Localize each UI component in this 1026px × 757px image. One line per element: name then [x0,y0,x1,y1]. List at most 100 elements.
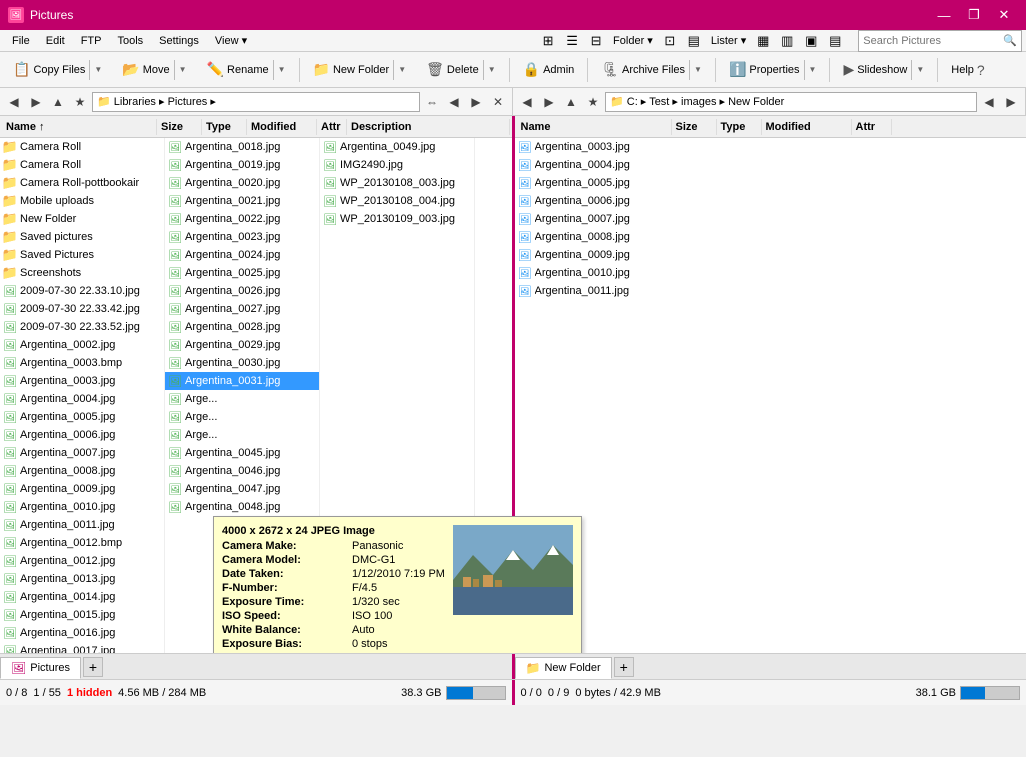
search-input[interactable] [863,35,1003,47]
list-item[interactable]: 🖼Argentina_0046.jpg [165,462,319,480]
list-item[interactable]: 🖼Argentina_0049.jpg [320,138,474,156]
list-item[interactable]: 🖼Argentina_0005.jpg [0,408,164,426]
col-desc[interactable]: Description [347,119,510,135]
view-btn-9[interactable]: ▤ [824,30,846,52]
move-button[interactable]: 📂 Move ▼ [113,56,195,84]
list-item[interactable]: 🖼Argentina_0022.jpg [165,210,319,228]
right-col-attr[interactable]: Attr [852,119,892,135]
list-item[interactable]: 🖼Argentina_0025.jpg [165,264,319,282]
list-item[interactable]: 🖼Argentina_0007.jpg [515,210,1026,228]
list-item[interactable]: 🖼Argentina_0021.jpg [165,192,319,210]
list-item[interactable]: 🖼WP_20130109_003.jpg [320,210,474,228]
list-item[interactable]: 🖼Argentina_0028.jpg [165,318,319,336]
list-item[interactable]: 🖼Argentina_0029.jpg [165,336,319,354]
right-col-type[interactable]: Type [717,119,762,135]
forward-button[interactable]: ▶ [26,92,46,112]
list-item[interactable]: 🖼Argentina_0003.jpg [515,138,1026,156]
close-button[interactable]: ✕ [990,4,1018,26]
list-item[interactable]: 🖼IMG2490.jpg [320,156,474,174]
list-item[interactable]: 🖼Argentina_0023.jpg [165,228,319,246]
list-item[interactable]: 🖼Argentina_0005.jpg [515,174,1026,192]
list-item[interactable]: 🖼2009-07-30 22.33.10.jpg [0,282,164,300]
right-file-list[interactable]: 🖼Argentina_0003.jpg 🖼Argentina_0004.jpg … [515,138,1026,653]
lister-menu[interactable]: Lister ▾ [707,34,750,47]
prev-tab-button[interactable]: ◀ [444,92,464,112]
right-next-tab-button[interactable]: ▶ [1001,92,1021,112]
menu-edit[interactable]: Edit [38,33,73,49]
list-item[interactable]: 🖼Argentina_0011.jpg [515,282,1026,300]
list-item[interactable]: 📁Mobile uploads [0,192,164,210]
list-item[interactable]: 🖼Argentina_0027.jpg [165,300,319,318]
right-col-modified[interactable]: Modified [762,119,852,135]
copy-files-button[interactable]: 📋 Copy Files ▼ [4,56,111,84]
next-tab-button[interactable]: ▶ [466,92,486,112]
list-item[interactable]: 🖼Argentina_0004.jpg [515,156,1026,174]
search-icon[interactable]: 🔍 [1003,34,1017,47]
list-item[interactable]: 🖼Argentina_0009.jpg [0,480,164,498]
list-item[interactable]: 🖼Argentina_0018.jpg [165,138,319,156]
list-item[interactable]: 🖼Argentina_0013.jpg [0,570,164,588]
list-item[interactable]: 🖼Argentina_0010.jpg [515,264,1026,282]
list-item[interactable]: 🖼WP_20130108_004.jpg [320,192,474,210]
right-history-button[interactable]: ★ [583,92,603,112]
list-item[interactable]: 🖼Arge... [165,426,319,444]
right-prev-tab-button[interactable]: ◀ [979,92,999,112]
archive-files-button[interactable]: 🗜 Archive Files ▼ [592,56,711,84]
list-item[interactable]: 📁Screenshots [0,264,164,282]
right-tab-newfolder[interactable]: 📁 New Folder [515,657,612,679]
history-button[interactable]: ★ [70,92,90,112]
admin-button[interactable]: 🔒 Admin [514,56,584,84]
list-item[interactable]: 🖼2009-07-30 22.33.52.jpg [0,318,164,336]
view-btn-6[interactable]: ▦ [752,30,774,52]
menu-ftp[interactable]: FTP [73,33,110,49]
list-item[interactable]: 📁Camera Roll [0,138,164,156]
add-left-tab-button[interactable]: + [83,657,103,677]
folder-menu[interactable]: Folder ▾ [609,34,657,47]
right-up-button[interactable]: ▲ [561,92,581,112]
list-item[interactable]: 🖼Argentina_0002.jpg [0,336,164,354]
list-item[interactable]: 🖼Argentina_0006.jpg [0,426,164,444]
right-address-box[interactable]: 📁 C: ▸ Test ▸ images ▸ New Folder [605,92,977,112]
menu-tools[interactable]: Tools [109,33,151,49]
list-item[interactable]: 🖼Argentina_0047.jpg [165,480,319,498]
list-item[interactable]: 🖼Arge... [165,408,319,426]
list-item[interactable]: 📁New Folder [0,210,164,228]
list-item[interactable]: 🖼Argentina_0011.jpg [0,516,164,534]
up-button[interactable]: ▲ [48,92,68,112]
list-item[interactable]: 🖼Argentina_0014.jpg [0,588,164,606]
restore-button[interactable]: ❐ [960,4,988,26]
view-btn-3[interactable]: ⊟ [585,30,607,52]
list-item[interactable]: 🖼Argentina_0015.jpg [0,606,164,624]
list-item[interactable]: 📁Saved Pictures [0,246,164,264]
list-item[interactable]: 🖼Arge... [165,390,319,408]
menu-settings[interactable]: Settings [151,33,207,49]
list-item[interactable]: 🖼Argentina_0030.jpg [165,354,319,372]
list-item[interactable]: 🖼Argentina_0007.jpg [0,444,164,462]
list-item[interactable]: 🖼Argentina_0024.jpg [165,246,319,264]
properties-button[interactable]: ℹ️ Properties ▼ [720,56,826,84]
list-item[interactable]: 🖼Argentina_0003.bmp [0,354,164,372]
list-item[interactable]: 📁Camera Roll [0,156,164,174]
list-item[interactable]: 🖼Argentina_0048.jpg [165,498,319,516]
delete-button[interactable]: 🗑 Delete ▼ [417,56,505,84]
close-pane-button[interactable]: ✕ [488,92,508,112]
list-item[interactable]: 🖼Argentina_0019.jpg [165,156,319,174]
col-name[interactable]: Name ↑ [2,119,157,135]
menu-file[interactable]: File [4,33,38,49]
view-btn-8[interactable]: ▣ [800,30,822,52]
list-item[interactable]: 🖼WP_20130108_003.jpg [320,174,474,192]
view-btn-2[interactable]: ☰ [561,30,583,52]
new-folder-button[interactable]: 📁 New Folder ▼ [304,56,416,84]
help-button[interactable]: Help ? [942,56,993,84]
col-attr[interactable]: Attr [317,119,347,135]
list-item[interactable]: 🖼Argentina_0006.jpg [515,192,1026,210]
right-col-name[interactable]: Name [517,119,672,135]
view-btn-1[interactable]: ⊞ [537,30,559,52]
slideshow-button[interactable]: ▶ Slideshow ▼ [834,56,933,84]
left-tab-pictures[interactable]: 🖼 Pictures [0,657,81,679]
menu-view[interactable]: View ▾ [207,32,255,49]
list-item[interactable]: 🖼Argentina_0026.jpg [165,282,319,300]
list-item[interactable]: 🖼Argentina_0016.jpg [0,624,164,642]
minimize-button[interactable]: — [930,4,958,26]
col-size[interactable]: Size [157,119,202,135]
